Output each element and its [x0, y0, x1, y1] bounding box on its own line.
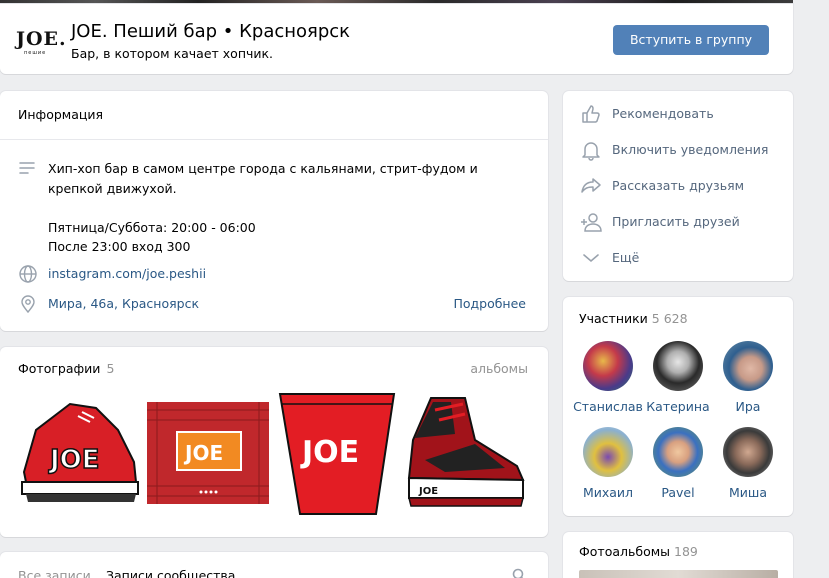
- avatar: [723, 427, 773, 477]
- bell-icon: [582, 142, 600, 161]
- add-user-icon: [581, 213, 602, 232]
- tab-all-posts[interactable]: Все записи: [18, 568, 91, 578]
- location-pin-icon: [21, 295, 35, 314]
- like-icon: [582, 105, 600, 123]
- share-icon: [581, 178, 601, 193]
- photo-albums-section: Фотоальбомы 189: [563, 532, 793, 578]
- svg-text:JOE: JOE: [48, 445, 100, 475]
- group-header: JOE. пешие JOE. Пеший бар • Красноярск Б…: [0, 4, 793, 74]
- website-link[interactable]: instagram.com/joe.peshii: [48, 266, 206, 281]
- avatar: [723, 341, 773, 391]
- photo-thumb[interactable]: JOE: [18, 390, 140, 516]
- description-icon: [19, 162, 35, 174]
- member-item[interactable]: Михаил: [573, 427, 643, 500]
- more-info-link[interactable]: Подробнее: [453, 296, 526, 311]
- divider: [0, 139, 548, 140]
- member-item[interactable]: Pavel: [643, 427, 713, 500]
- photos-heading[interactable]: Фотографии 5: [18, 361, 114, 376]
- member-item[interactable]: Станислав: [573, 341, 643, 414]
- albums-link[interactable]: альбомы: [470, 361, 528, 376]
- members-section: Участники 5 628 Станислав Катерина Ира Ми…: [563, 297, 793, 516]
- group-title: JOE. Пеший бар • Красноярск: [71, 21, 351, 42]
- address-link[interactable]: Мира, 46а, Красноярск: [48, 296, 199, 311]
- info-heading: Информация: [18, 107, 104, 122]
- photo-thumb[interactable]: JOE: [405, 390, 527, 516]
- share-action[interactable]: Рассказать друзьям: [579, 174, 779, 198]
- group-status: Бар, в котором качает хопчик.: [71, 46, 274, 61]
- globe-icon: [19, 265, 37, 283]
- svg-text:JOE: JOE: [418, 486, 438, 497]
- svg-text:JOE: JOE: [300, 435, 359, 470]
- group-description: Хип-хоп бар в самом центре города с каль…: [48, 161, 478, 254]
- member-item[interactable]: Миша: [713, 427, 783, 500]
- avatar: [653, 427, 703, 477]
- albums-heading[interactable]: Фотоальбомы 189: [579, 544, 698, 559]
- avatar: [653, 341, 703, 391]
- invite-friends-action[interactable]: Пригласить друзей: [579, 210, 779, 234]
- svg-text:JOE: JOE: [183, 441, 223, 465]
- chevron-down-icon: [583, 254, 599, 263]
- photo-thumb[interactable]: JOE: [276, 390, 398, 516]
- album-cover[interactable]: [579, 570, 778, 578]
- join-group-button[interactable]: Вступить в группу: [613, 25, 769, 55]
- wall-section: Все записи Записи сообщества: [0, 552, 548, 578]
- more-action[interactable]: Ещё: [579, 246, 779, 270]
- photo-thumb[interactable]: JOE: [147, 390, 269, 516]
- info-section: Информация Хип-хоп бар в самом центре го…: [0, 91, 548, 331]
- member-item[interactable]: Ира: [713, 341, 783, 414]
- members-heading[interactable]: Участники 5 628: [579, 311, 688, 326]
- tab-community-posts[interactable]: Записи сообщества: [106, 568, 235, 578]
- recommend-action[interactable]: Рекомендовать: [579, 102, 779, 126]
- group-logo[interactable]: JOE. пешие: [16, 24, 66, 58]
- avatar: [583, 341, 633, 391]
- member-item[interactable]: Катерина: [643, 341, 713, 414]
- actions-menu: Рекомендовать Включить уведомления Расск…: [563, 91, 793, 281]
- photos-section: Фотографии 5 альбомы JOE JOE JOE JOE: [0, 347, 548, 537]
- notifications-action[interactable]: Включить уведомления: [579, 138, 779, 162]
- search-icon[interactable]: [512, 568, 526, 578]
- avatar: [583, 427, 633, 477]
